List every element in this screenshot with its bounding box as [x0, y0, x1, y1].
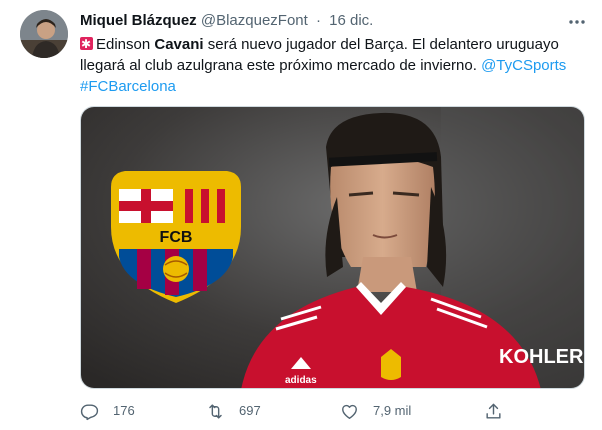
reply-count: 176 — [113, 403, 135, 418]
shirt-sponsor: KOHLER — [499, 346, 584, 368]
tweet-header: Miquel Blázquez @BlazquezFont · 16 dic. — [80, 10, 580, 32]
heart-icon — [342, 404, 357, 419]
alert-emoji-icon — [80, 34, 93, 55]
shirt-brand: adidas — [285, 375, 317, 386]
more-icon[interactable] — [567, 12, 587, 32]
author-handle[interactable]: @BlazquezFont — [201, 12, 308, 29]
like-count: 7,9 mil — [373, 403, 412, 418]
avatar[interactable] — [20, 10, 68, 58]
tweet-actions: 176 697 7,9 mil — [80, 400, 510, 422]
text-bold-name: Cavani — [154, 36, 204, 53]
share-button[interactable] — [484, 400, 503, 422]
crest-letters: FCB — [160, 229, 193, 246]
separator: · — [315, 12, 321, 29]
author-name[interactable]: Miquel Blázquez — [80, 12, 197, 29]
tweet-text: Edinson Cavani será nuevo jugador del Ba… — [80, 34, 580, 97]
share-icon — [486, 403, 501, 419]
tweet-date[interactable]: 16 dic. — [329, 12, 373, 29]
reply-button[interactable]: 176 — [80, 400, 135, 422]
tweet-image[interactable]: FCB KOHLER adidas — [80, 106, 585, 389]
mention-link[interactable]: @TyCSports — [481, 57, 566, 74]
hashtag-link[interactable]: #FCBarcelona — [80, 78, 176, 95]
tweet: Miquel Blázquez @BlazquezFont · 16 dic. … — [0, 0, 602, 430]
retweet-icon — [209, 403, 222, 419]
retweet-button[interactable]: 697 — [206, 400, 261, 422]
retweet-count: 697 — [239, 403, 261, 418]
like-button[interactable]: 7,9 mil — [340, 400, 411, 422]
reply-icon — [80, 403, 99, 420]
text-part-1: Edinson — [96, 36, 155, 53]
